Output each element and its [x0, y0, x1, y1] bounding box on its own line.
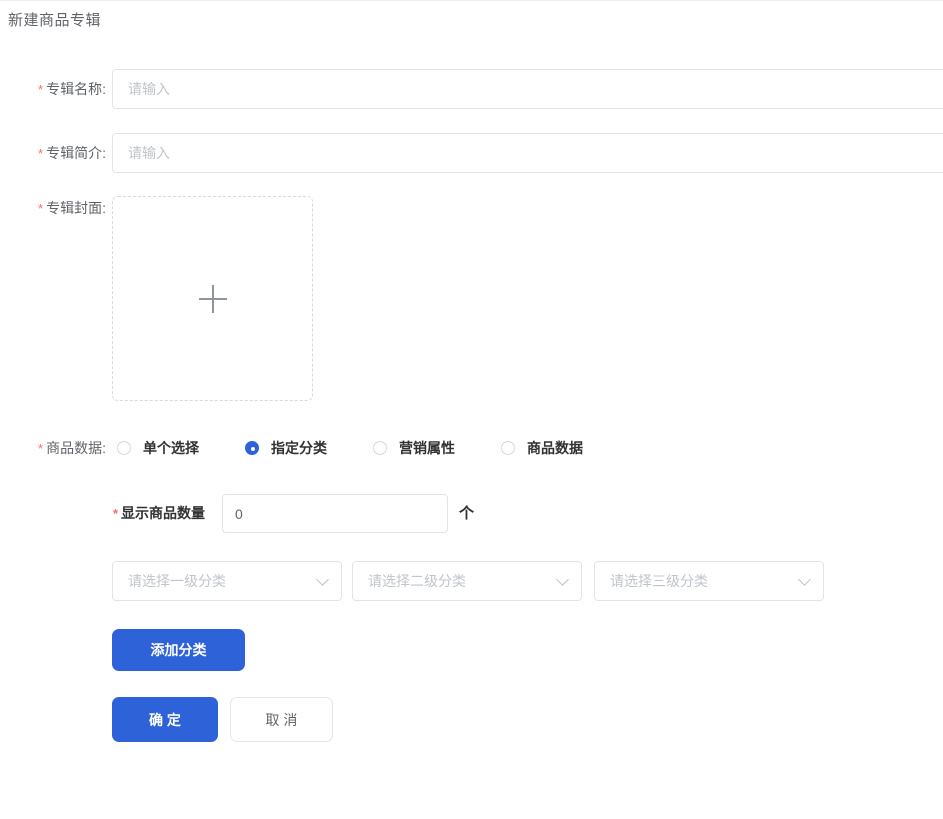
- radio-option-specified-category[interactable]: 指定分类: [245, 438, 327, 458]
- add-category-button[interactable]: 添加分类: [112, 629, 245, 671]
- display-count-label: * 显示商品数量: [0, 494, 205, 533]
- chevron-down-icon: [798, 572, 811, 586]
- radio-option-label: 营销属性: [399, 440, 455, 456]
- category-select-level1[interactable]: 请选择一级分类: [112, 561, 342, 601]
- product-data-label-text: 商品数据:: [46, 440, 106, 456]
- radio-circle-icon: [117, 441, 131, 455]
- confirm-button[interactable]: 确 定: [112, 697, 218, 742]
- cover-upload-box[interactable]: [112, 196, 313, 401]
- required-asterisk: *: [38, 146, 44, 161]
- album-intro-label: * 专辑简介:: [0, 133, 106, 174]
- category-select-level2[interactable]: 请选择二级分类: [352, 561, 582, 601]
- select-placeholder: 请选择一级分类: [128, 573, 226, 589]
- radio-option-label: 单个选择: [143, 440, 199, 456]
- radio-option-label: 商品数据: [527, 440, 583, 456]
- required-asterisk: *: [38, 201, 44, 216]
- plus-icon: [198, 284, 227, 313]
- new-album-form-page: 新建商品专辑 *专辑名称: *专辑简介: *专辑封面: *商品数据: 单个选择 …: [0, 0, 943, 819]
- radio-option-marketing-attribute[interactable]: 营销属性: [373, 438, 455, 458]
- album-intro-input[interactable]: [112, 133, 943, 173]
- album-name-input[interactable]: [112, 69, 943, 109]
- display-count-label-text: 显示商品数量: [121, 505, 205, 521]
- radio-option-single-select[interactable]: 单个选择: [117, 438, 199, 458]
- display-count-input[interactable]: [222, 494, 448, 533]
- select-placeholder: 请选择三级分类: [610, 573, 708, 589]
- album-name-label: * 专辑名称:: [0, 69, 106, 110]
- chevron-down-icon: [316, 572, 329, 586]
- chevron-down-icon: [556, 572, 569, 586]
- radio-option-label: 指定分类: [271, 440, 327, 456]
- album-name-label-text: 专辑名称:: [46, 81, 106, 97]
- required-asterisk: *: [38, 82, 44, 97]
- radio-circle-icon: [373, 441, 387, 455]
- required-asterisk: *: [38, 441, 44, 456]
- radio-option-product-data[interactable]: 商品数据: [501, 438, 583, 458]
- album-intro-label-text: 专辑简介:: [46, 145, 106, 161]
- product-data-radio-group: 单个选择 指定分类 营销属性 商品数据: [117, 434, 583, 462]
- radio-circle-icon: [245, 441, 259, 455]
- select-placeholder: 请选择二级分类: [368, 573, 466, 589]
- cancel-button[interactable]: 取 消: [230, 697, 333, 742]
- count-unit-label: 个: [459, 505, 475, 522]
- album-cover-label: * 专辑封面:: [0, 195, 106, 222]
- page-title: 新建商品专辑: [8, 12, 102, 29]
- required-asterisk: *: [112, 506, 118, 521]
- album-cover-label-text: 专辑封面:: [46, 200, 106, 216]
- category-select-level3[interactable]: 请选择三级分类: [594, 561, 824, 601]
- product-data-label: * 商品数据:: [0, 434, 106, 463]
- radio-circle-icon: [501, 441, 515, 455]
